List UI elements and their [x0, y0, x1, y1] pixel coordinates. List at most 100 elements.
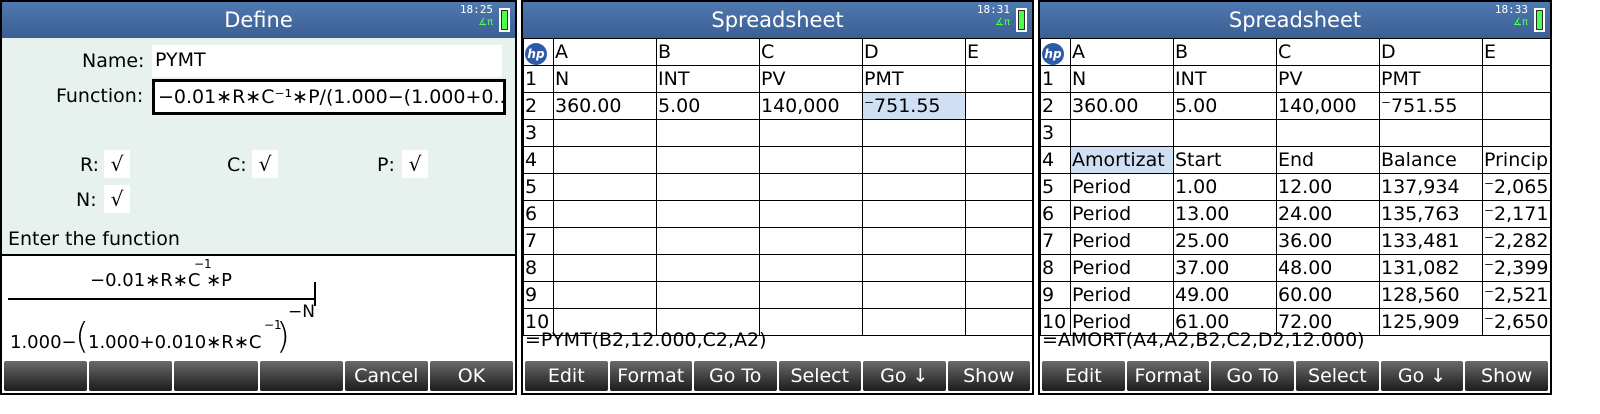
cell[interactable]	[1379, 119, 1483, 147]
cell[interactable]	[965, 200, 1032, 228]
cell[interactable]: PV	[1276, 65, 1380, 93]
cell[interactable]: 25.00	[1173, 227, 1277, 255]
column-header-c[interactable]: C	[1276, 38, 1380, 66]
cell[interactable]	[759, 119, 863, 147]
format-button[interactable]: Format	[609, 361, 692, 391]
cell[interactable]: Start	[1173, 146, 1277, 174]
cell[interactable]	[759, 227, 863, 255]
format-button[interactable]: Format	[1126, 361, 1210, 391]
cell[interactable]	[1276, 119, 1380, 147]
row-header[interactable]: 2	[1040, 92, 1071, 120]
cell[interactable]: ⁻751.55	[1379, 92, 1483, 120]
cell[interactable]	[759, 281, 863, 309]
cell[interactable]: 24.00	[1276, 200, 1380, 228]
cell[interactable]	[656, 146, 760, 174]
goto-button[interactable]: Go To	[694, 361, 777, 391]
column-header-a[interactable]: A	[1070, 38, 1174, 66]
cell[interactable]	[656, 173, 760, 201]
row-header[interactable]: 1	[1040, 65, 1071, 93]
go-direction-button[interactable]: Go ↓	[863, 361, 946, 391]
cell[interactable]: PV	[759, 65, 863, 93]
show-button[interactable]: Show	[1465, 361, 1549, 391]
cell[interactable]	[965, 227, 1032, 255]
cell[interactable]	[965, 146, 1032, 174]
cell[interactable]: Period	[1070, 281, 1174, 309]
cell[interactable]: N	[1070, 65, 1174, 93]
column-header-d[interactable]: D	[862, 38, 966, 66]
cell[interactable]: Period	[1070, 254, 1174, 282]
cell[interactable]: Princip	[1482, 146, 1550, 174]
cell[interactable]: Period	[1070, 227, 1174, 255]
cell[interactable]: 137,934	[1379, 173, 1483, 201]
cell[interactable]	[862, 173, 966, 201]
edit-line[interactable]: =AMORT(A4,A2,B2,C2,D2,12.000)	[1042, 329, 1365, 351]
cell[interactable]	[759, 146, 863, 174]
cell[interactable]	[1070, 119, 1174, 147]
row-header[interactable]: 5	[523, 173, 554, 201]
cell[interactable]: 5.00	[656, 92, 760, 120]
cell[interactable]	[1173, 119, 1277, 147]
cell[interactable]	[965, 254, 1032, 282]
cell[interactable]: PMT	[862, 65, 966, 93]
cell[interactable]: ⁻2,065.	[1482, 173, 1550, 201]
cell[interactable]	[759, 173, 863, 201]
cell[interactable]: 5.00	[1173, 92, 1277, 120]
cell[interactable]	[965, 65, 1032, 93]
cell[interactable]	[1482, 65, 1550, 93]
select-button[interactable]: Select	[1296, 361, 1379, 391]
cell[interactable]: N	[553, 65, 657, 93]
cell[interactable]: End	[1276, 146, 1380, 174]
row-header[interactable]: 8	[523, 254, 554, 282]
cell[interactable]: 37.00	[1173, 254, 1277, 282]
column-header-d[interactable]: D	[1379, 38, 1483, 66]
cell[interactable]: 12.00	[1276, 173, 1380, 201]
cell[interactable]: 131,082	[1379, 254, 1483, 282]
cell[interactable]: Period	[1070, 200, 1174, 228]
cell[interactable]: 36.00	[1276, 227, 1380, 255]
cell[interactable]: INT	[1173, 65, 1277, 93]
cell[interactable]: 140,000	[759, 92, 863, 120]
cell[interactable]: 135,763	[1379, 200, 1483, 228]
cell[interactable]	[553, 281, 657, 309]
cell[interactable]: PMT	[1379, 65, 1483, 93]
cell[interactable]	[1482, 119, 1550, 147]
softkey-3[interactable]	[174, 361, 258, 391]
row-header[interactable]: 9	[1040, 281, 1071, 309]
cell[interactable]	[553, 146, 657, 174]
cell[interactable]: Period	[1070, 173, 1174, 201]
cell[interactable]	[965, 308, 1032, 336]
column-header-b[interactable]: B	[1173, 38, 1277, 66]
column-header-e[interactable]: E	[965, 38, 1032, 66]
row-header[interactable]: 6	[523, 200, 554, 228]
ok-button[interactable]: OK	[429, 361, 514, 391]
cell[interactable]	[553, 200, 657, 228]
row-header[interactable]: 4	[523, 146, 554, 174]
show-button[interactable]: Show	[947, 361, 1030, 391]
name-field[interactable]: PYMT	[152, 45, 502, 77]
cell[interactable]	[862, 254, 966, 282]
var-r-checkbox[interactable]: √	[104, 150, 130, 178]
row-header[interactable]: 3	[1040, 119, 1071, 147]
row-header[interactable]: 3	[523, 119, 554, 147]
cell[interactable]: 49.00	[1173, 281, 1277, 309]
column-header-b[interactable]: B	[656, 38, 760, 66]
selected-cell[interactable]: Amortizat	[1070, 146, 1174, 174]
cancel-button[interactable]: Cancel	[344, 361, 428, 391]
cell[interactable]: INT	[656, 65, 760, 93]
cell[interactable]: ⁻2,171.	[1482, 200, 1550, 228]
cell[interactable]: 360.00	[1070, 92, 1174, 120]
cell[interactable]: 1.00	[1173, 173, 1277, 201]
cell[interactable]	[862, 227, 966, 255]
cell[interactable]	[553, 227, 657, 255]
row-header[interactable]: 2	[523, 92, 554, 120]
cell[interactable]: 125,909	[1379, 308, 1483, 336]
var-p-checkbox[interactable]: √	[402, 150, 428, 178]
cell[interactable]	[656, 281, 760, 309]
cell[interactable]	[1482, 92, 1550, 120]
cell[interactable]	[965, 281, 1032, 309]
softkey-1[interactable]	[4, 361, 88, 391]
cell[interactable]: 48.00	[1276, 254, 1380, 282]
cell[interactable]	[656, 200, 760, 228]
function-field[interactable]: −0.01∗R∗C⁻¹∗P/(1.000−(1.000+0....	[152, 79, 506, 115]
softkey-4[interactable]	[259, 361, 343, 391]
